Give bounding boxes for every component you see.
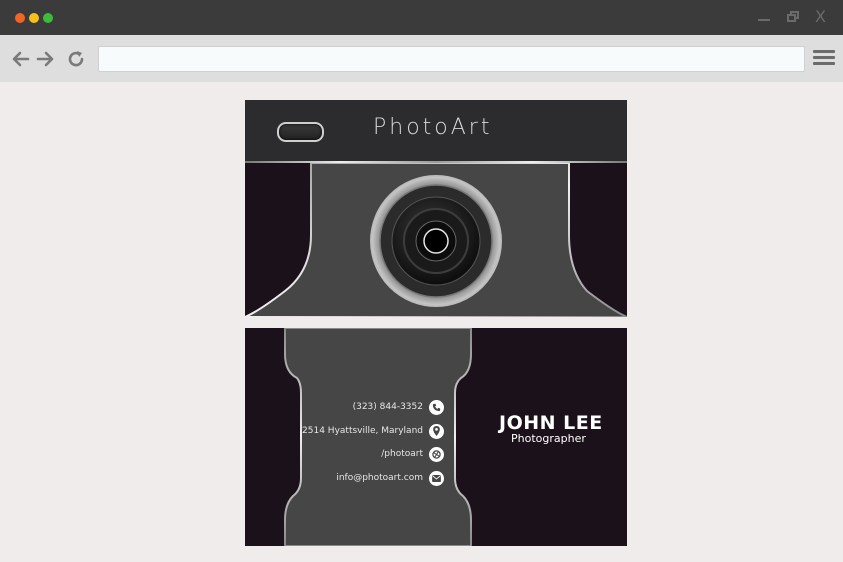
phone-icon (429, 399, 444, 415)
social-text: /photoart (381, 449, 423, 459)
minimize-window-dot[interactable] (29, 13, 39, 23)
contact-phone: (323) 844-3352 (353, 399, 444, 415)
business-card-front: PhotoArt (245, 100, 627, 317)
browser-toolbar (0, 35, 843, 82)
close-icon[interactable]: X (815, 8, 826, 28)
hamburger-menu-icon[interactable] (813, 50, 835, 68)
close-window-dot[interactable] (15, 13, 25, 23)
window-titlebar: X (0, 0, 843, 35)
person-name: JOHN LEE (499, 412, 603, 434)
business-card-back: (323) 844-3352 2514 Hyattsville, Marylan… (245, 328, 627, 546)
mail-icon (429, 470, 444, 486)
minimize-icon[interactable] (758, 19, 770, 21)
brand-name: PhotoArt (373, 115, 493, 140)
contact-social: /photoart (381, 446, 444, 462)
address-text: 2514 Hyattsville, Maryland (302, 426, 423, 436)
maximize-window-dot[interactable] (43, 13, 53, 23)
reload-icon[interactable] (65, 48, 87, 70)
contact-address: 2514 Hyattsville, Maryland (302, 423, 444, 439)
person-title: Photographer (511, 432, 586, 445)
contact-email: info@photoart.com (336, 470, 444, 486)
address-bar-input[interactable] (98, 46, 805, 72)
camera-flash-icon (277, 122, 324, 142)
camera-top-panel: PhotoArt (245, 100, 627, 163)
forward-arrow-icon[interactable] (34, 48, 56, 70)
camera-body-illustration (245, 163, 627, 317)
email-text: info@photoart.com (336, 473, 423, 483)
social-icon (429, 446, 444, 462)
phone-text: (323) 844-3352 (352, 402, 423, 412)
back-arrow-icon[interactable] (10, 48, 32, 70)
location-pin-icon (429, 423, 444, 439)
restore-icon[interactable] (787, 11, 799, 22)
